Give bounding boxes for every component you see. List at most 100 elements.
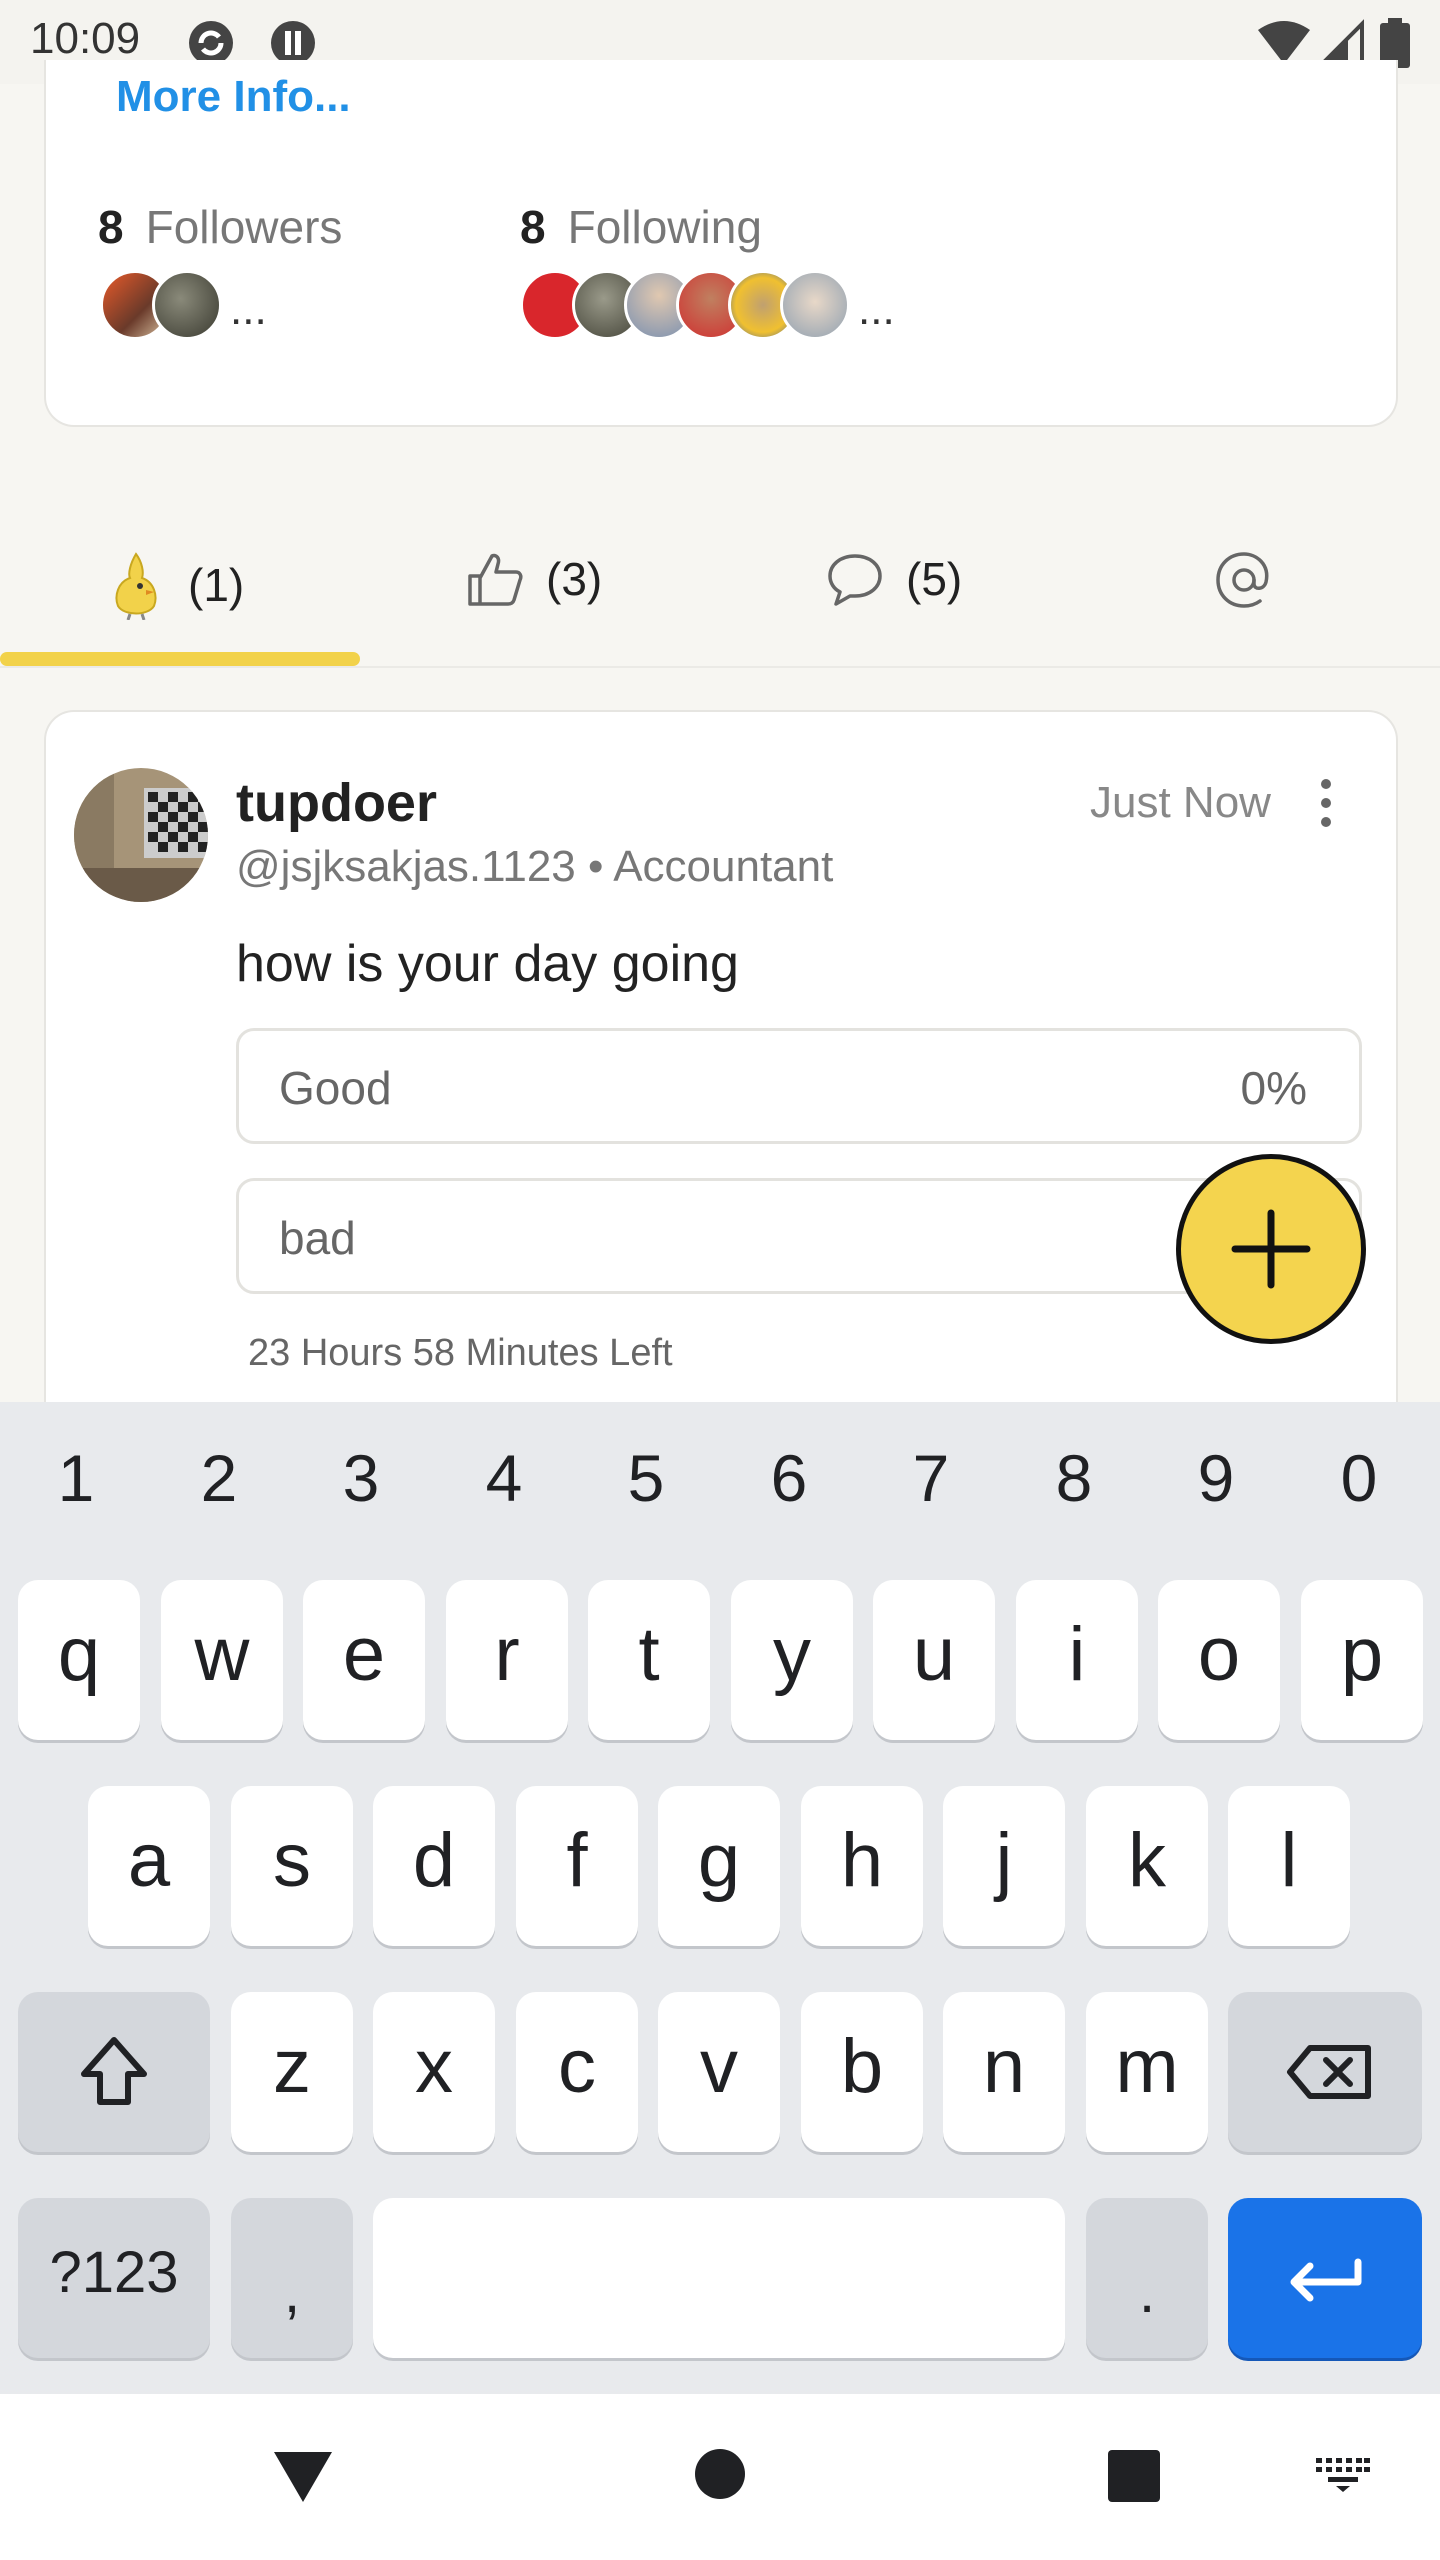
key-label: f (566, 1818, 588, 1903)
key-m[interactable]: m (1086, 1992, 1208, 2152)
key-h[interactable]: h (801, 1786, 923, 1946)
key-label: w (194, 1612, 250, 1697)
key-label: i (1068, 1612, 1086, 1697)
key-f[interactable]: f (516, 1786, 638, 1946)
followers-avatars[interactable]: ... (100, 265, 267, 345)
at-icon (1216, 552, 1269, 608)
key-9[interactable]: 9 (1146, 1440, 1286, 1516)
on-screen-keyboard: 1 2 3 4 5 6 7 8 9 0 q w e r t y u i o p … (0, 1402, 1440, 2394)
key-a[interactable]: a (88, 1786, 210, 1946)
recent-apps-icon[interactable] (1108, 2450, 1160, 2502)
home-icon[interactable] (694, 2448, 746, 2500)
key-label: x (415, 2024, 453, 2109)
key-x[interactable]: x (373, 1992, 495, 2152)
key-d[interactable]: d (373, 1786, 495, 1946)
navigation-bar (0, 2394, 1440, 2560)
following-avatars[interactable]: ... (520, 265, 895, 345)
post-username[interactable]: tupdoer (236, 772, 437, 834)
key-label: g (697, 1818, 741, 1903)
key-0[interactable]: 0 (1289, 1440, 1429, 1516)
poll-question: how is your day going (236, 935, 739, 993)
tab-koos[interactable]: (1) (106, 550, 244, 620)
key-w[interactable]: w (161, 1580, 283, 1740)
enter-key[interactable] (1228, 2198, 1422, 2358)
active-tab-indicator (0, 652, 360, 666)
following-count[interactable]: 8 Following (520, 200, 762, 254)
key-3[interactable]: 3 (291, 1440, 431, 1516)
key-label: a (127, 1818, 171, 1903)
key-l[interactable]: l (1228, 1786, 1350, 1946)
following-label: Following (567, 201, 762, 253)
keyboard-switch-icon[interactable] (1314, 2454, 1372, 2494)
thumbs-up-icon (468, 553, 523, 606)
key-p[interactable]: p (1301, 1580, 1423, 1740)
followers-more: ... (230, 285, 267, 334)
status-time: 10:09 (30, 14, 141, 63)
key-k[interactable]: k (1086, 1786, 1208, 1946)
key-g[interactable]: g (658, 1786, 780, 1946)
key-comma[interactable]: , (231, 2198, 353, 2358)
key-1[interactable]: 1 (6, 1440, 146, 1516)
key-label: q (57, 1612, 101, 1697)
tab-likes[interactable]: (3) (466, 550, 602, 608)
key-e[interactable]: e (303, 1580, 425, 1740)
key-label: h (840, 1818, 884, 1903)
key-label: k (1128, 1818, 1166, 1903)
poll-option-percent: 0% (1240, 1062, 1307, 1114)
post-author-avatar[interactable] (74, 768, 208, 902)
key-label: n (982, 2024, 1026, 2109)
profile-tabs: (1) (3) (5) (0, 490, 1440, 668)
key-n[interactable]: n (943, 1992, 1065, 2152)
key-period[interactable]: . (1086, 2198, 1208, 2358)
key-j[interactable]: j (943, 1786, 1065, 1946)
more-options-icon[interactable] (1316, 778, 1336, 828)
tab-mentions[interactable] (1214, 550, 1296, 610)
key-2[interactable]: 2 (149, 1440, 289, 1516)
enter-icon (1290, 2258, 1362, 2302)
symbols-key[interactable]: ?123 (18, 2198, 210, 2358)
key-label: b (840, 2024, 884, 2109)
key-label: u (912, 1612, 956, 1697)
key-y[interactable]: y (731, 1580, 853, 1740)
key-t[interactable]: t (588, 1580, 710, 1740)
more-info-link[interactable]: More Info... (116, 72, 351, 122)
key-c[interactable]: c (516, 1992, 638, 2152)
key-6[interactable]: 6 (719, 1440, 859, 1516)
followers-label: Followers (145, 201, 343, 253)
tab-koos-count: (1) (188, 559, 245, 611)
key-i[interactable]: i (1016, 1580, 1138, 1740)
key-b[interactable]: b (801, 1992, 923, 2152)
key-v[interactable]: v (658, 1992, 780, 2152)
key-q[interactable]: q (18, 1580, 140, 1740)
plus-icon (1231, 1209, 1311, 1289)
shift-icon (81, 2037, 147, 2105)
following-more: ... (858, 285, 895, 334)
followers-number: 8 (98, 201, 124, 253)
post-time: Just Now (1090, 778, 1271, 827)
following-number: 8 (520, 201, 546, 253)
backspace-icon (1287, 2045, 1371, 2099)
tab-comments[interactable]: (5) (826, 550, 962, 608)
key-5[interactable]: 5 (576, 1440, 716, 1516)
avatar (780, 270, 850, 340)
key-label: z (273, 2024, 311, 2109)
key-8[interactable]: 8 (1004, 1440, 1144, 1516)
key-s[interactable]: s (231, 1786, 353, 1946)
key-u[interactable]: u (873, 1580, 995, 1740)
backspace-key[interactable] (1228, 1992, 1422, 2152)
followers-count[interactable]: 8 Followers (98, 200, 342, 254)
back-icon[interactable] (272, 2448, 334, 2504)
key-z[interactable]: z (231, 1992, 353, 2152)
key-7[interactable]: 7 (861, 1440, 1001, 1516)
key-label: d (412, 1818, 456, 1903)
key-r[interactable]: r (446, 1580, 568, 1740)
key-o[interactable]: o (1158, 1580, 1280, 1740)
koo-bird-icon (115, 552, 157, 620)
shift-key[interactable] (18, 1992, 210, 2152)
space-key[interactable] (373, 2198, 1065, 2358)
key-4[interactable]: 4 (434, 1440, 574, 1516)
key-label: p (1340, 1612, 1384, 1697)
create-post-button[interactable] (1176, 1154, 1366, 1344)
key-label: , (283, 2260, 301, 2325)
poll-option-good[interactable]: Good 0% (236, 1028, 1362, 1144)
